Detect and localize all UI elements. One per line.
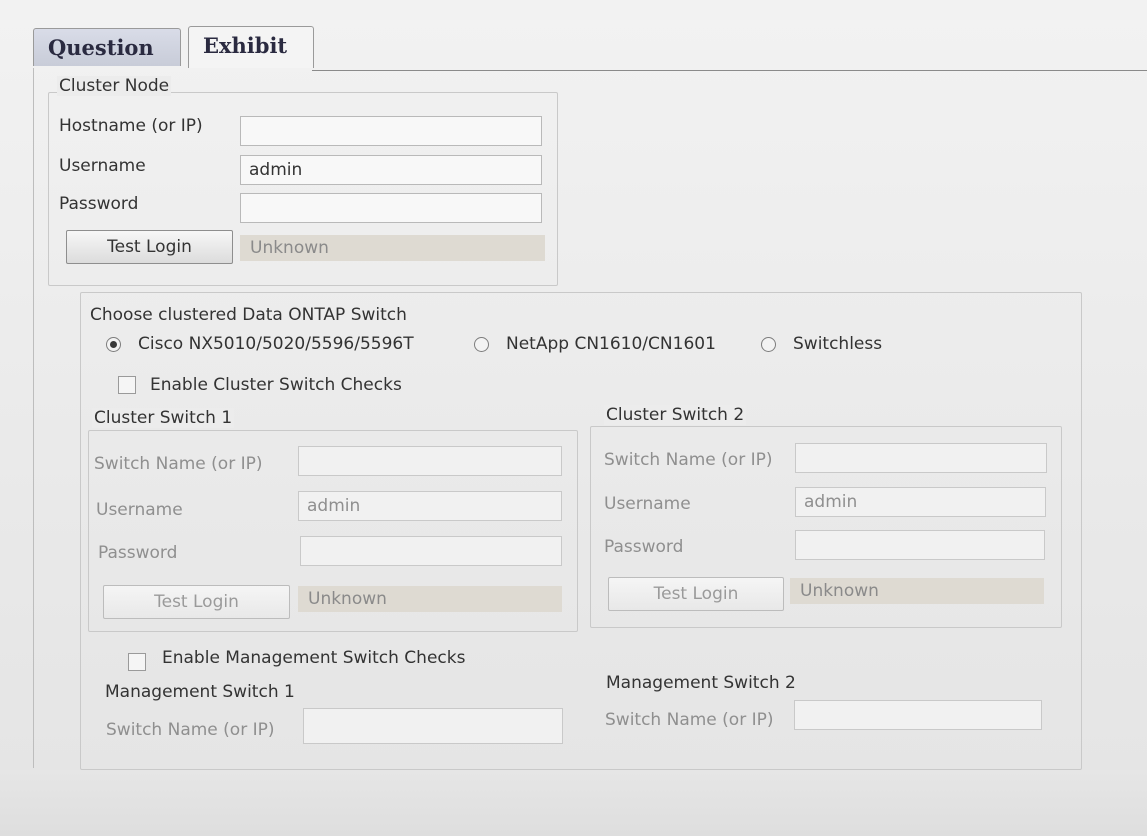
username-label: Username bbox=[59, 156, 146, 176]
cs1-test-login-button[interactable]: Test Login bbox=[103, 585, 290, 619]
cs1-switch-name-label: Switch Name (or IP) bbox=[94, 454, 263, 474]
ms1-switch-name-label: Switch Name (or IP) bbox=[106, 720, 275, 740]
cs2-test-login-button[interactable]: Test Login bbox=[608, 577, 784, 611]
cs2-username-input[interactable] bbox=[795, 487, 1046, 517]
cluster-switch-1-legend: Cluster Switch 1 bbox=[92, 408, 235, 428]
cs2-password-input[interactable] bbox=[795, 530, 1045, 560]
radio-switchless[interactable] bbox=[761, 337, 776, 352]
cs1-password-input[interactable] bbox=[300, 536, 562, 566]
test-login-button[interactable]: Test Login bbox=[66, 230, 233, 264]
cs1-switch-name-input[interactable] bbox=[298, 446, 562, 476]
radio-netapp-label: NetApp CN1610/CN1601 bbox=[506, 334, 716, 354]
cs2-password-label: Password bbox=[604, 537, 684, 557]
enable-mgmt-checks-checkbox[interactable] bbox=[128, 653, 146, 671]
radio-switchless-label: Switchless bbox=[793, 334, 883, 354]
cs1-password-label: Password bbox=[98, 543, 178, 563]
cs2-switch-name-label: Switch Name (or IP) bbox=[604, 450, 773, 470]
cs1-username-label: Username bbox=[96, 500, 183, 520]
enable-cluster-checks-checkbox[interactable] bbox=[118, 376, 136, 394]
tab-exhibit[interactable]: Exhibit bbox=[188, 26, 314, 68]
ms2-switch-name-input[interactable] bbox=[794, 700, 1042, 730]
management-switch-1-legend: Management Switch 1 bbox=[105, 682, 295, 702]
username-input[interactable] bbox=[240, 155, 542, 185]
hostname-label: Hostname (or IP) bbox=[59, 116, 203, 136]
tab-divider bbox=[312, 70, 1147, 71]
management-switch-2-legend: Management Switch 2 bbox=[606, 673, 796, 693]
ms2-switch-name-label: Switch Name (or IP) bbox=[605, 710, 774, 730]
bottom-panel-edge bbox=[0, 770, 1147, 836]
password-input[interactable] bbox=[240, 193, 542, 223]
panel-border bbox=[33, 68, 34, 768]
hostname-input[interactable] bbox=[240, 116, 542, 146]
switch-section-title: Choose clustered Data ONTAP Switch bbox=[90, 305, 407, 325]
radio-cisco[interactable] bbox=[106, 337, 121, 352]
radio-cisco-label: Cisco NX5010/5020/5596/5596T bbox=[138, 334, 414, 354]
cs1-username-input[interactable] bbox=[298, 491, 562, 521]
screen: Question Exhibit Cluster Node Hostname (… bbox=[0, 0, 1147, 836]
cs2-switch-name-input[interactable] bbox=[795, 443, 1047, 473]
enable-mgmt-checks-label: Enable Management Switch Checks bbox=[162, 648, 466, 668]
cs2-username-label: Username bbox=[604, 494, 691, 514]
tab-question[interactable]: Question bbox=[33, 28, 181, 66]
password-label: Password bbox=[59, 194, 139, 214]
enable-cluster-checks-label: Enable Cluster Switch Checks bbox=[150, 375, 402, 395]
radio-netapp[interactable] bbox=[474, 337, 489, 352]
cs1-status: Unknown bbox=[298, 586, 562, 612]
cs2-status: Unknown bbox=[790, 578, 1044, 604]
ms1-switch-name-input[interactable] bbox=[303, 708, 563, 744]
cluster-node-status: Unknown bbox=[240, 235, 545, 261]
cluster-switch-2-legend: Cluster Switch 2 bbox=[604, 405, 747, 425]
cluster-node-legend: Cluster Node bbox=[57, 76, 172, 96]
